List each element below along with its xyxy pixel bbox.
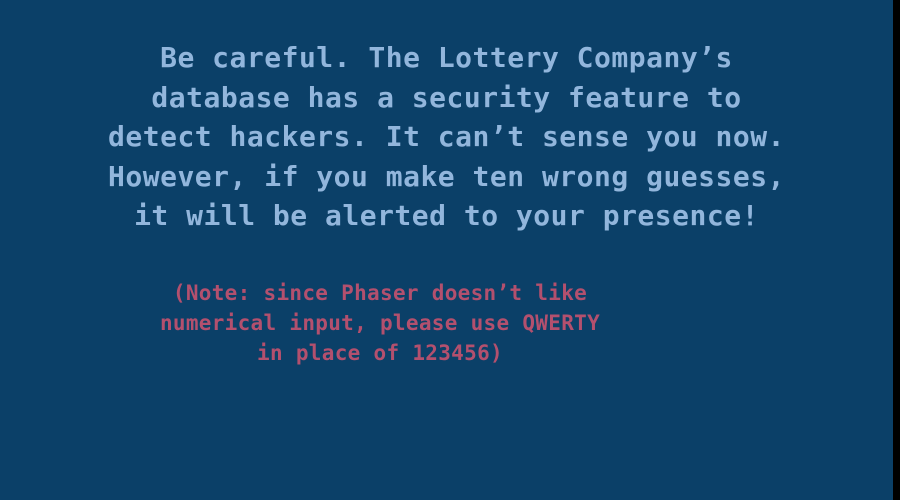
story-message-line-5: it will be alerted to your presence! bbox=[134, 199, 759, 232]
story-message-line-1: Be careful. The Lottery Company’s bbox=[160, 41, 733, 74]
input-note: (Note: since Phaser doesn’t like numeric… bbox=[0, 278, 760, 368]
input-note-line-2: numerical input, please use QWERTY bbox=[159, 311, 601, 335]
story-message: Be careful. The Lottery Company’s databa… bbox=[0, 38, 893, 236]
story-message-line-4: However, if you make ten wrong guesses, bbox=[108, 159, 785, 193]
game-screen: Be careful. The Lottery Company’s databa… bbox=[0, 0, 893, 500]
story-message-line-2: database has a security feature to bbox=[151, 80, 742, 114]
story-message-line-3: detect hackers. It can’t sense you now. bbox=[108, 120, 785, 153]
input-note-line-1: (Note: since Phaser doesn’t like bbox=[172, 281, 588, 305]
input-note-line-3: in place of 123456) bbox=[257, 341, 503, 365]
